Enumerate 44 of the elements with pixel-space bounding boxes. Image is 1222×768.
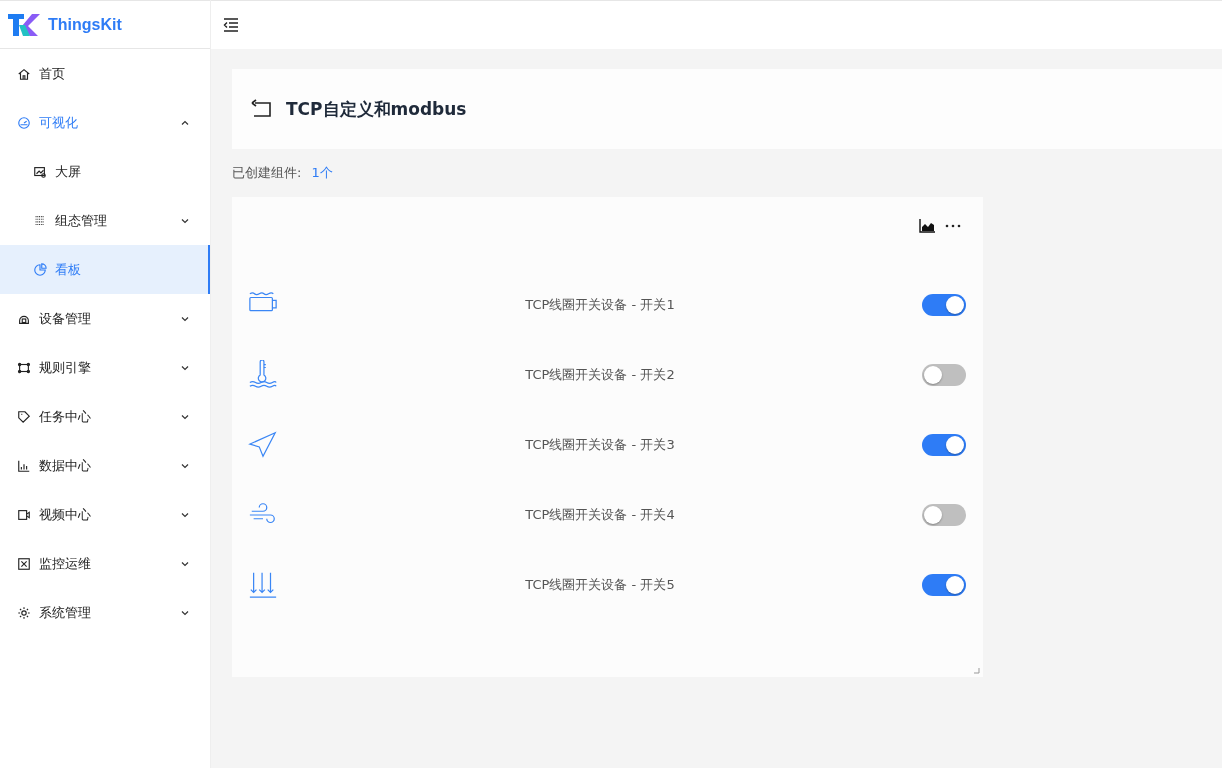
menu-item[interactable]: 组态管理 xyxy=(0,196,210,245)
area-chart-icon[interactable] xyxy=(919,219,935,233)
bar-chart-icon xyxy=(17,458,31,473)
pie-icon xyxy=(33,262,47,277)
monitor-icon xyxy=(33,164,47,179)
menu-item[interactable]: 数据中心 xyxy=(0,441,210,490)
page-title: TCP自定义和modbus xyxy=(286,97,467,121)
menu-item[interactable]: 设备管理 xyxy=(0,294,210,343)
menu-item[interactable]: 大屏 xyxy=(0,147,210,196)
send-icon xyxy=(248,430,278,460)
menu-item[interactable]: 系统管理 xyxy=(0,588,210,637)
menu-item[interactable]: 可视化 xyxy=(0,98,210,147)
toggle-switch[interactable] xyxy=(922,364,966,386)
more-icon[interactable] xyxy=(945,224,961,228)
menu-item[interactable]: 首页 xyxy=(0,49,210,98)
logo-icon xyxy=(8,13,40,36)
menu-item[interactable]: 监控运维 xyxy=(0,539,210,588)
menu-fold-icon[interactable] xyxy=(223,18,239,32)
video-icon xyxy=(17,507,31,522)
count-label: 已创建组件: xyxy=(232,164,302,182)
arrows-down-icon xyxy=(248,570,278,600)
switch-label: TCP线圈开关设备 - 开关2 xyxy=(524,366,676,384)
count-value: 1个 xyxy=(311,164,333,182)
switch-label: TCP线圈开关设备 - 开关1 xyxy=(524,296,676,314)
toggle-switch[interactable] xyxy=(922,504,966,526)
menu-item[interactable]: 任务中心 xyxy=(0,392,210,441)
switch-label: TCP线圈开关设备 - 开关3 xyxy=(524,436,676,454)
toggle-switch[interactable] xyxy=(922,434,966,456)
nodes-icon xyxy=(17,360,31,375)
menu-item[interactable]: 规则引擎 xyxy=(0,343,210,392)
switch-label: TCP线圈开关设备 - 开关4 xyxy=(524,506,676,524)
toggle-switch[interactable] xyxy=(922,294,966,316)
gauge-icon xyxy=(17,115,31,130)
toggle-switch[interactable] xyxy=(922,574,966,596)
app-name: ThingsKit xyxy=(48,15,122,34)
switch-label: TCP线圈开关设备 - 开关5 xyxy=(524,576,676,594)
back-icon[interactable] xyxy=(250,99,272,119)
tag-icon xyxy=(17,409,31,424)
gear-icon xyxy=(17,605,31,620)
menu-item[interactable]: 视频中心 xyxy=(0,490,210,539)
resize-handle-icon[interactable] xyxy=(974,668,980,674)
thermometer-icon xyxy=(248,360,278,390)
home-icon xyxy=(17,66,31,81)
menu-item[interactable]: 看板 xyxy=(0,245,210,294)
